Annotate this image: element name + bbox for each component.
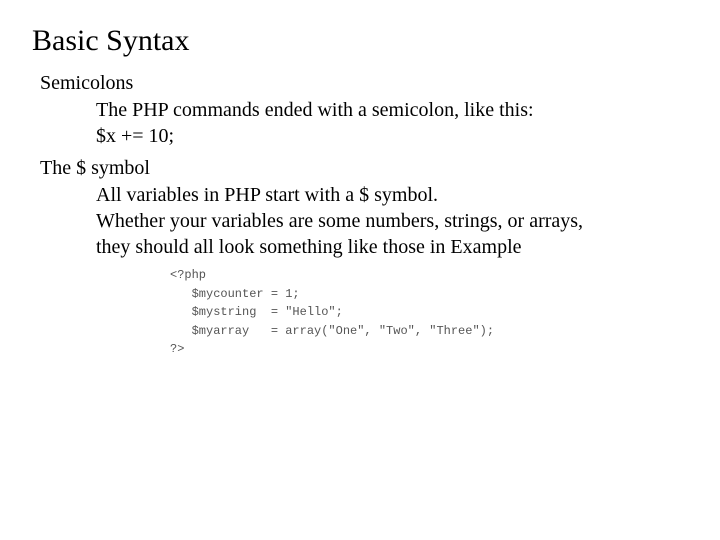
slide: Basic Syntax Semicolons The PHP commands… <box>0 0 720 359</box>
semicolons-line-1: The PHP commands ended with a semicolon,… <box>96 97 688 123</box>
section-dollar-heading: The $ symbol <box>40 157 688 180</box>
code-line-3: $mystring = "Hello"; <box>170 305 343 319</box>
page-title: Basic Syntax <box>32 24 688 58</box>
php-code-example: <?php $mycounter = 1; $mystring = "Hello… <box>170 266 688 359</box>
dollar-line-1: All variables in PHP start with a $ symb… <box>96 182 688 208</box>
dollar-line-2: Whether your variables are some numbers,… <box>96 208 688 234</box>
code-line-5: ?> <box>170 342 184 356</box>
section-semicolons-heading: Semicolons <box>40 72 688 95</box>
code-line-4: $myarray = array("One", "Two", "Three"); <box>170 324 494 338</box>
dollar-line-3: they should all look something like thos… <box>96 234 688 260</box>
code-line-1: <?php <box>170 268 206 282</box>
code-line-2: $mycounter = 1; <box>170 287 300 301</box>
semicolons-line-2: $x += 10; <box>96 123 688 149</box>
